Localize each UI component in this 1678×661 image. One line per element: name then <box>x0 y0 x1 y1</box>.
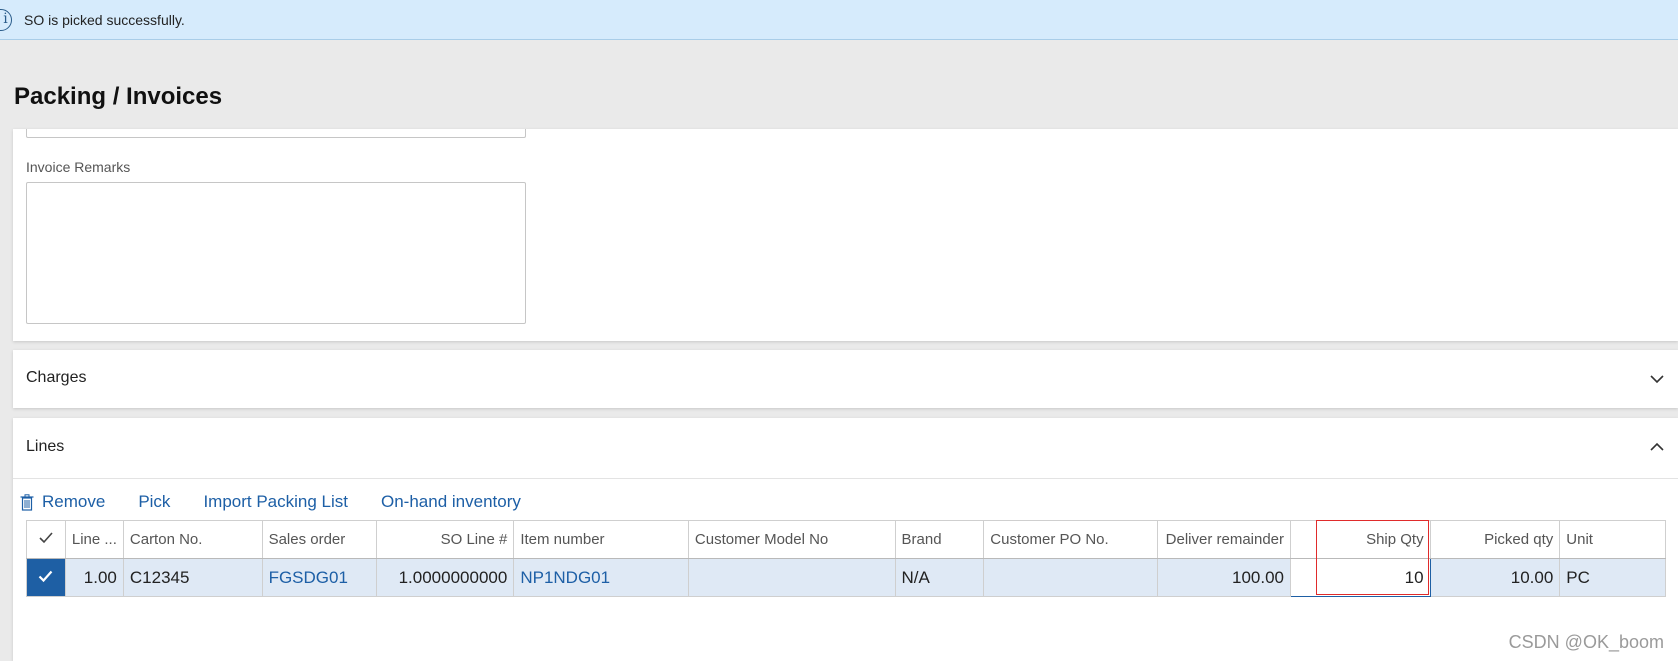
select-all-checkbox[interactable] <box>26 520 66 559</box>
col-sales-order[interactable]: Sales order <box>261 520 378 559</box>
col-brand[interactable]: Brand <box>894 520 985 559</box>
invoice-remarks-label: Invoice Remarks <box>26 159 131 175</box>
table-row[interactable]: 1.00 C12345 FGSDG01 1.0000000000 NP1NDG0… <box>26 558 1666 597</box>
col-unit[interactable]: Unit <box>1559 520 1666 559</box>
col-so-line[interactable]: SO Line # <box>376 520 515 559</box>
col-carton-no[interactable]: Carton No. <box>122 520 263 559</box>
lines-section: Lines Remove Pick Import Packing List On… <box>13 418 1678 661</box>
info-icon: i <box>0 9 12 31</box>
lines-title: Lines <box>26 438 65 455</box>
col-deliver-remainder[interactable]: Deliver remainder <box>1157 520 1292 559</box>
invoice-remarks-textarea[interactable] <box>26 182 526 324</box>
cell-carton-no[interactable]: C12345 <box>122 558 263 597</box>
pick-button[interactable]: Pick <box>138 492 170 512</box>
message-bar: i SO is picked successfully. <box>0 0 1678 40</box>
page-title: Packing / Invoices <box>14 83 223 110</box>
cell-brand[interactable]: N/A <box>894 558 985 597</box>
lines-grid: Line ... Carton No. Sales order SO Line … <box>26 520 1666 597</box>
col-item-number[interactable]: Item number <box>513 520 689 559</box>
cell-customer-po-no[interactable] <box>983 558 1159 597</box>
remove-label: Remove <box>42 492 106 511</box>
col-customer-model-no[interactable]: Customer Model No <box>687 520 896 559</box>
message-text: SO is picked successfully. <box>24 12 185 28</box>
checkmark-icon <box>39 570 53 582</box>
cell-item-number-link[interactable]: NP1NDG01 <box>513 558 689 597</box>
cell-sales-order-link[interactable]: FGSDG01 <box>261 558 378 597</box>
charges-section[interactable]: Charges <box>13 350 1678 408</box>
page-header: Packing / Invoices <box>0 40 1678 129</box>
previous-field[interactable] <box>26 129 526 138</box>
remove-button[interactable]: Remove <box>20 492 105 512</box>
chevron-up-icon[interactable] <box>1649 439 1665 455</box>
chevron-down-icon[interactable] <box>1649 371 1665 387</box>
charges-title: Charges <box>26 369 87 386</box>
row-select-checkbox[interactable] <box>26 558 66 597</box>
checkmark-icon <box>39 532 53 544</box>
grid-header-row: Line ... Carton No. Sales order SO Line … <box>26 520 1666 559</box>
col-ship-qty[interactable]: Ship Qty <box>1290 520 1431 559</box>
cell-deliver-remainder[interactable]: 100.00 <box>1157 558 1292 597</box>
cell-unit[interactable]: PC <box>1559 558 1666 597</box>
invoice-details-card: Invoice Remarks <box>13 129 1678 341</box>
lines-toolbar: Remove Pick Import Packing List On-hand … <box>20 490 554 514</box>
cell-line[interactable]: 1.00 <box>64 558 124 597</box>
col-line[interactable]: Line ... <box>64 520 124 559</box>
on-hand-inventory-button[interactable]: On-hand inventory <box>381 492 521 512</box>
ship-qty-input[interactable]: 10 <box>1290 558 1431 597</box>
trash-icon <box>20 493 34 511</box>
cell-picked-qty[interactable]: 10.00 <box>1429 558 1561 597</box>
import-packing-list-button[interactable]: Import Packing List <box>203 492 348 512</box>
cell-customer-model-no[interactable] <box>687 558 896 597</box>
watermark: CSDN @OK_boom <box>1508 632 1664 652</box>
cell-so-line[interactable]: 1.0000000000 <box>376 558 515 597</box>
col-customer-po-no[interactable]: Customer PO No. <box>983 520 1159 559</box>
col-picked-qty[interactable]: Picked qty <box>1429 520 1561 559</box>
section-divider <box>13 478 1678 479</box>
